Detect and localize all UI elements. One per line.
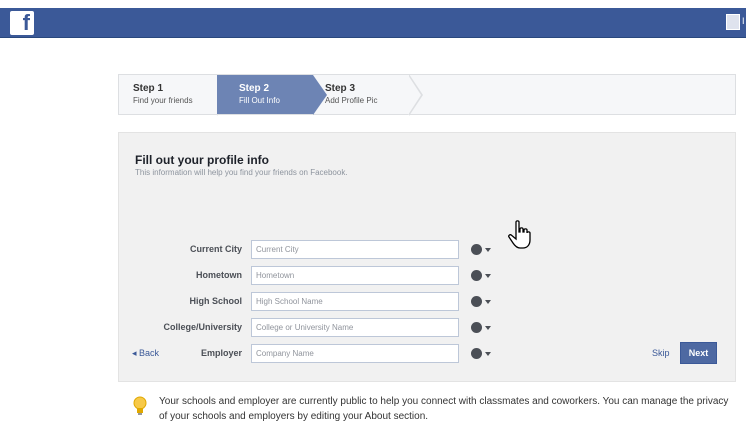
chevron-down-icon (485, 300, 491, 304)
step-1-title: Step 1 (133, 83, 164, 94)
privacy-selector[interactable] (471, 347, 495, 361)
chevron-down-icon (485, 248, 491, 252)
privacy-selector[interactable] (471, 321, 495, 335)
privacy-selector[interactable] (471, 269, 495, 283)
field-row-high-school: High School High School Name (119, 292, 737, 312)
step-separator-inner (408, 75, 421, 115)
globe-icon (471, 322, 482, 333)
high-school-label: High School (189, 296, 243, 306)
panel-title: Fill out your profile info (135, 153, 269, 167)
step-3: Step 3 Add Profile Pic (311, 75, 411, 114)
globe-icon (471, 244, 482, 255)
hometown-input[interactable]: Hometown (251, 266, 459, 285)
chevron-down-icon (485, 274, 491, 278)
high-school-input[interactable]: High School Name (251, 292, 459, 311)
hometown-label: Hometown (196, 270, 242, 280)
profile-info-panel: Fill out your profile info This informat… (118, 132, 736, 382)
chevron-down-icon (485, 326, 491, 330)
skip-link[interactable]: Skip (652, 348, 670, 358)
next-button[interactable]: Next (680, 342, 717, 364)
step-2-title: Step 2 (239, 83, 270, 94)
steps-progress: Step 1 Find your friends Step 2 Fill Out… (118, 74, 736, 116)
globe-icon (471, 296, 482, 307)
chevron-down-icon (485, 352, 491, 356)
step-2-subtitle: Fill Out Info (239, 96, 280, 105)
field-row-employer: Employer Company Name (119, 344, 737, 364)
field-row-current-city: Current City Current City (119, 240, 737, 260)
privacy-selector[interactable] (471, 295, 495, 309)
back-link[interactable]: ◂ Back (132, 348, 159, 359)
privacy-notice-text: Your schools and employer are currently … (159, 396, 729, 422)
current-city-label: Current City (189, 244, 242, 254)
user-name[interactable]: I (742, 16, 746, 26)
college-label: College/University (163, 322, 242, 332)
top-bar: f I (0, 0, 746, 38)
college-input[interactable]: College or University Name (251, 318, 459, 337)
step-3-subtitle: Add Profile Pic (325, 96, 378, 105)
panel-subtitle: This information will help you find your… (135, 168, 348, 177)
user-avatar[interactable] (726, 14, 740, 30)
step-2-active: Step 2 Fill Out Info (217, 75, 313, 114)
page-content: Step 1 Find your friends Step 2 Fill Out… (0, 38, 746, 426)
field-row-college: College/University College or University… (119, 318, 737, 338)
globe-icon (471, 348, 482, 359)
step-3-title: Step 3 (325, 83, 356, 94)
field-row-hometown: Hometown Hometown (119, 266, 737, 286)
globe-icon (471, 270, 482, 281)
facebook-header-bar (0, 8, 746, 38)
employer-label: Employer (200, 348, 242, 358)
hand-cursor-icon (508, 220, 531, 249)
facebook-logo-icon[interactable]: f (10, 11, 34, 35)
employer-input[interactable]: Company Name (251, 344, 459, 363)
lightbulb-icon (133, 396, 147, 415)
current-city-input[interactable]: Current City (251, 240, 459, 259)
privacy-notice: Your schools and employer are currently … (133, 394, 733, 424)
step-1: Step 1 Find your friends (119, 75, 219, 114)
privacy-selector[interactable] (471, 243, 495, 257)
step-1-subtitle: Find your friends (133, 96, 193, 105)
